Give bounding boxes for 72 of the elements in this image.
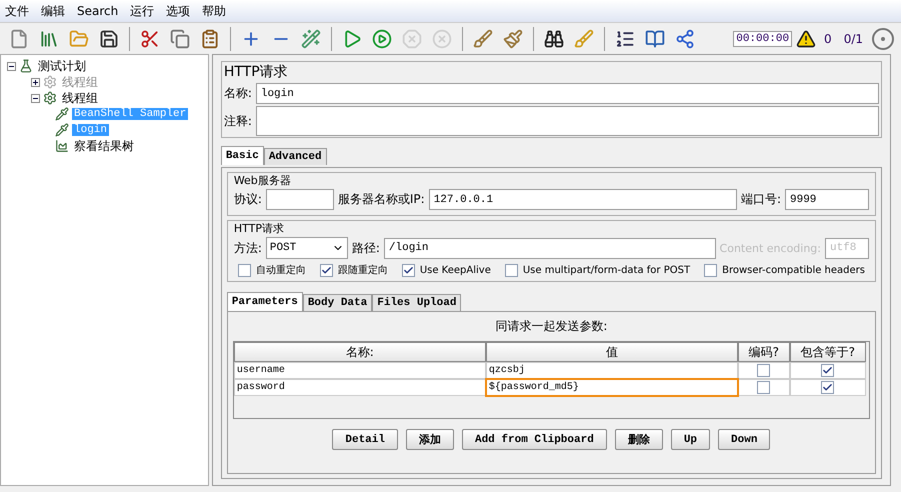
checkbox-option[interactable]: Browser-compatible headers	[704, 263, 865, 277]
menu-item[interactable]: 帮助	[201, 2, 228, 20]
checkmark-icon	[402, 264, 414, 276]
thread-count: 0/1	[844, 32, 863, 46]
tree-item[interactable]: 线程组	[60, 90, 100, 106]
menu-item[interactable]: 选项	[165, 2, 192, 20]
field-label: 服务器名称或IP:	[338, 191, 425, 208]
chart-icon	[55, 139, 69, 153]
field-label: 名称:	[224, 85, 252, 102]
checkbox-option[interactable]: 跟随重定向	[320, 263, 388, 277]
elapsed-time: 00:00:00	[733, 30, 792, 46]
checkbox[interactable]	[757, 381, 770, 394]
protocol-field[interactable]	[266, 189, 334, 210]
pipette-icon	[55, 107, 69, 121]
port-field[interactable]: 9999	[785, 189, 869, 210]
field-label: 注释:	[224, 112, 252, 130]
checkbox[interactable]	[821, 381, 834, 394]
menu-item[interactable]: Search	[76, 4, 120, 18]
menu-item[interactable]: 文件	[4, 2, 30, 20]
method-dropdown[interactable]: POST	[266, 237, 348, 259]
tree-item[interactable]: 察看结果树	[72, 138, 136, 154]
tab[interactable]: Files Upload	[372, 294, 462, 311]
action-button[interactable]: Detail	[332, 429, 398, 450]
collapse-icon[interactable]	[31, 94, 40, 102]
action-button[interactable]: Up	[670, 429, 710, 450]
field-label: 端口号:	[740, 191, 781, 208]
action-button[interactable]: Down	[718, 429, 770, 450]
checkbox[interactable]	[757, 364, 770, 377]
comment-field[interactable]	[256, 106, 879, 136]
pipette-icon	[55, 123, 69, 137]
field-label: 路径:	[352, 240, 380, 256]
table-caption: 同请求一起发送参数:	[494, 318, 608, 335]
checkbox-option[interactable]: 自动重定向	[238, 263, 306, 277]
checkmark-icon	[822, 382, 834, 393]
server-field[interactable]: 127.0.0.1	[428, 189, 737, 210]
column-header: 值	[486, 342, 738, 362]
field-label: 协议:	[234, 191, 262, 208]
tree-item[interactable]: 测试计划	[36, 58, 88, 74]
tab[interactable]: Body Data	[302, 294, 372, 311]
column-header: 包含等于?	[790, 342, 866, 362]
tab[interactable]: Advanced	[264, 148, 327, 165]
checkmark-icon	[320, 264, 332, 276]
path-field[interactable]: /login	[384, 238, 716, 258]
tab[interactable]: Parameters	[226, 292, 303, 311]
panel-title: HTTP请求	[222, 63, 289, 82]
warning-icon[interactable]	[796, 28, 816, 48]
menu-item[interactable]: 编辑	[40, 2, 66, 20]
checkbox-option[interactable]: Use multipart/form-data for POST	[504, 263, 690, 277]
action-button[interactable]: Add from Clipboard	[462, 429, 607, 450]
column-header: 名称:	[234, 342, 486, 362]
flask-icon	[19, 59, 33, 73]
warning-count: 0	[824, 32, 832, 46]
checkmark-icon	[822, 365, 834, 376]
action-button[interactable]: 添加	[406, 429, 454, 450]
field-label: 方法:	[234, 240, 262, 256]
table-cell: username	[234, 362, 486, 379]
gear-icon	[43, 91, 57, 105]
name-field[interactable]: login	[256, 83, 879, 104]
group-title: Web服务器	[234, 173, 291, 188]
group-title: HTTP请求	[234, 221, 284, 236]
menu-item[interactable]: 运行	[129, 2, 156, 20]
action-button[interactable]: 删除	[614, 429, 663, 450]
status-icon	[871, 26, 895, 50]
table-cell: password	[234, 379, 486, 396]
table-cell: ${password_md5}	[486, 379, 738, 396]
column-header: 编码?	[738, 342, 790, 362]
collapse-icon[interactable]	[7, 62, 16, 70]
checkbox[interactable]	[821, 364, 834, 377]
tab[interactable]: Basic	[220, 146, 264, 165]
table-cell: qzcsbj	[486, 362, 738, 379]
checkbox-option[interactable]: Use KeepAlive	[402, 263, 491, 277]
gear-icon	[43, 75, 57, 89]
